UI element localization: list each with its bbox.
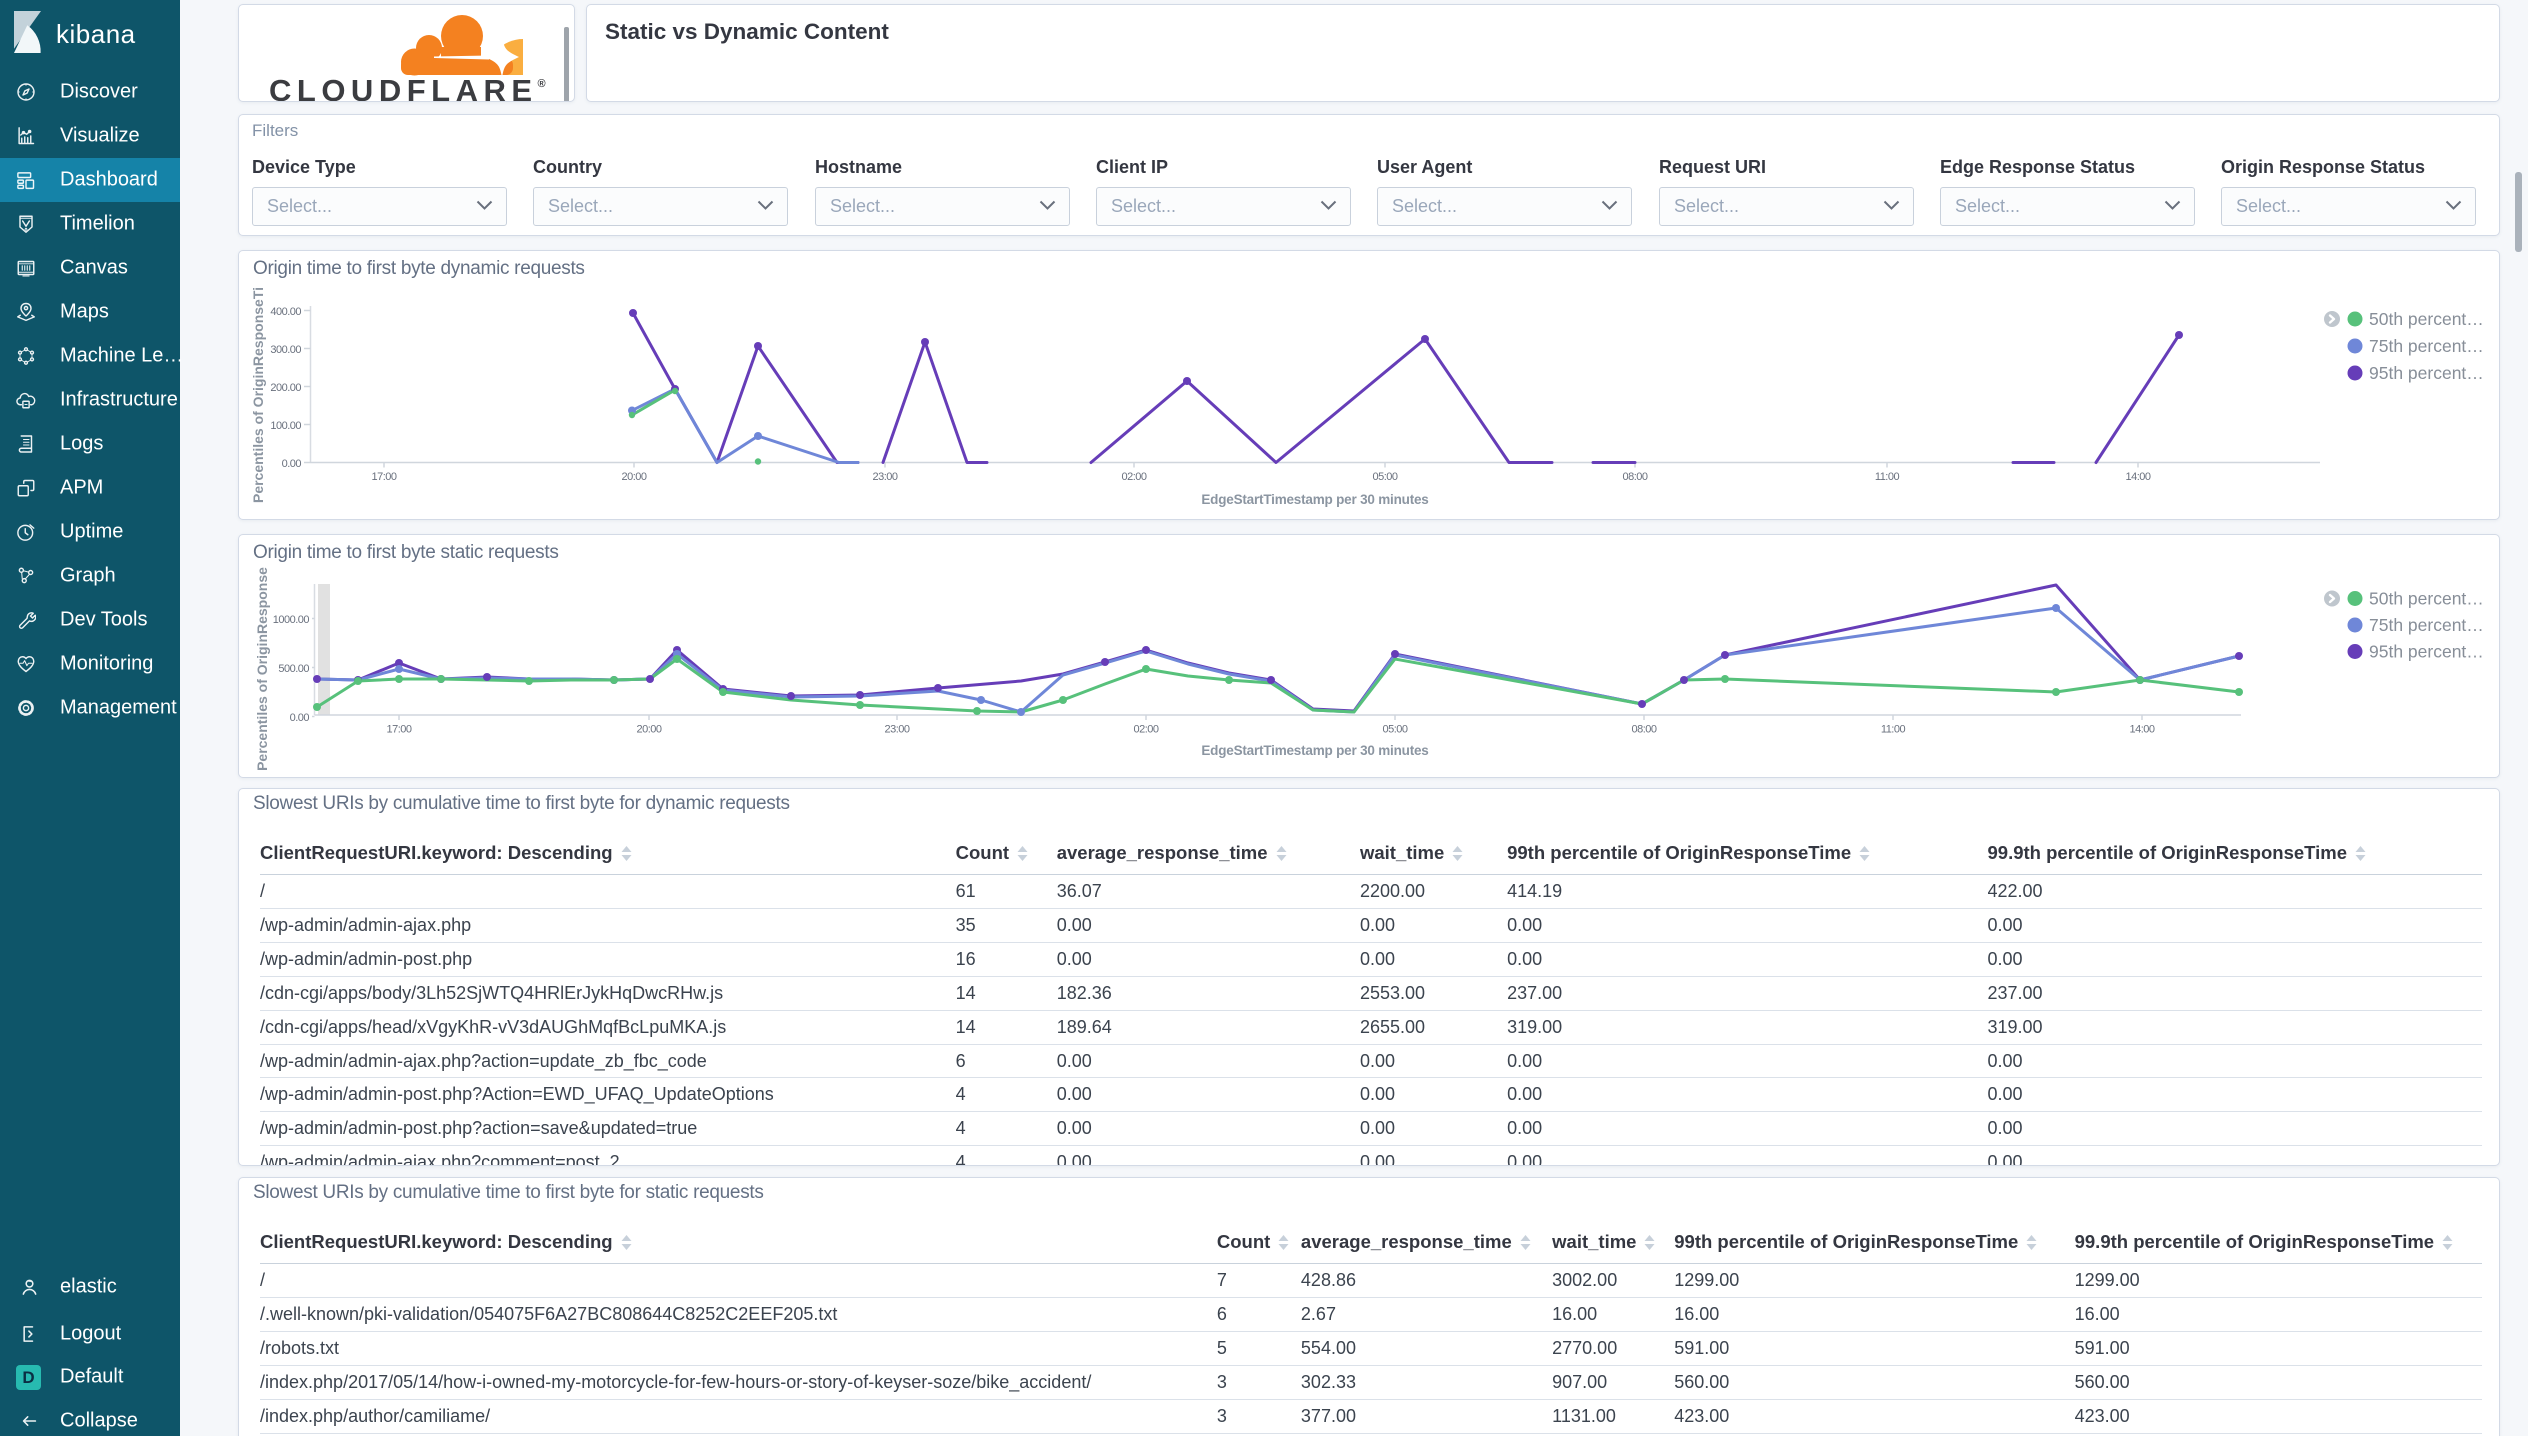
svg-text:20:00: 20:00 bbox=[621, 471, 646, 483]
svg-text:100.00: 100.00 bbox=[270, 420, 301, 432]
svg-text:08:00: 08:00 bbox=[1631, 724, 1656, 736]
svg-text:23:00: 23:00 bbox=[872, 471, 897, 483]
svg-text:11:00: 11:00 bbox=[1875, 471, 1900, 483]
svg-text:17:00: 17:00 bbox=[371, 471, 396, 483]
svg-text:300.00: 300.00 bbox=[270, 344, 301, 356]
svg-text:75th percent…: 75th percent… bbox=[2369, 336, 2484, 356]
svg-text:17:00: 17:00 bbox=[386, 724, 411, 736]
svg-text:02:00: 02:00 bbox=[1121, 471, 1146, 483]
svg-text:05:00: 05:00 bbox=[1382, 724, 1407, 736]
svg-text:05:00: 05:00 bbox=[1372, 471, 1397, 483]
svg-text:95th percent…: 95th percent… bbox=[2369, 642, 2484, 662]
svg-text:200.00: 200.00 bbox=[270, 382, 301, 394]
svg-text:Percentiles of OriginResponseT: Percentiles of OriginResponseTi bbox=[250, 287, 266, 503]
svg-text:08:00: 08:00 bbox=[1622, 471, 1647, 483]
svg-text:14:00: 14:00 bbox=[2129, 724, 2154, 736]
svg-text:EdgeStartTimestamp per 30 minu: EdgeStartTimestamp per 30 minutes bbox=[1201, 492, 1428, 507]
svg-text:11:00: 11:00 bbox=[1881, 724, 1906, 736]
svg-text:02:00: 02:00 bbox=[1133, 724, 1158, 736]
svg-text:95th percent…: 95th percent… bbox=[2369, 363, 2484, 383]
svg-text:0.00: 0.00 bbox=[282, 458, 302, 470]
svg-text:500.00: 500.00 bbox=[278, 663, 309, 675]
svg-text:50th percent…: 50th percent… bbox=[2369, 589, 2484, 609]
svg-text:Percentiles of OriginResponse: Percentiles of OriginResponse bbox=[254, 567, 270, 771]
svg-text:75th percent…: 75th percent… bbox=[2369, 615, 2484, 635]
svg-text:20:00: 20:00 bbox=[636, 724, 661, 736]
svg-text:14:00: 14:00 bbox=[2125, 471, 2150, 483]
svg-text:50th percent…: 50th percent… bbox=[2369, 309, 2484, 329]
svg-text:EdgeStartTimestamp per 30 minu: EdgeStartTimestamp per 30 minutes bbox=[1201, 743, 1428, 758]
svg-text:23:00: 23:00 bbox=[884, 724, 909, 736]
svg-text:1000.00: 1000.00 bbox=[273, 614, 310, 626]
svg-text:0.00: 0.00 bbox=[290, 712, 310, 724]
svg-text:400.00: 400.00 bbox=[270, 306, 301, 318]
